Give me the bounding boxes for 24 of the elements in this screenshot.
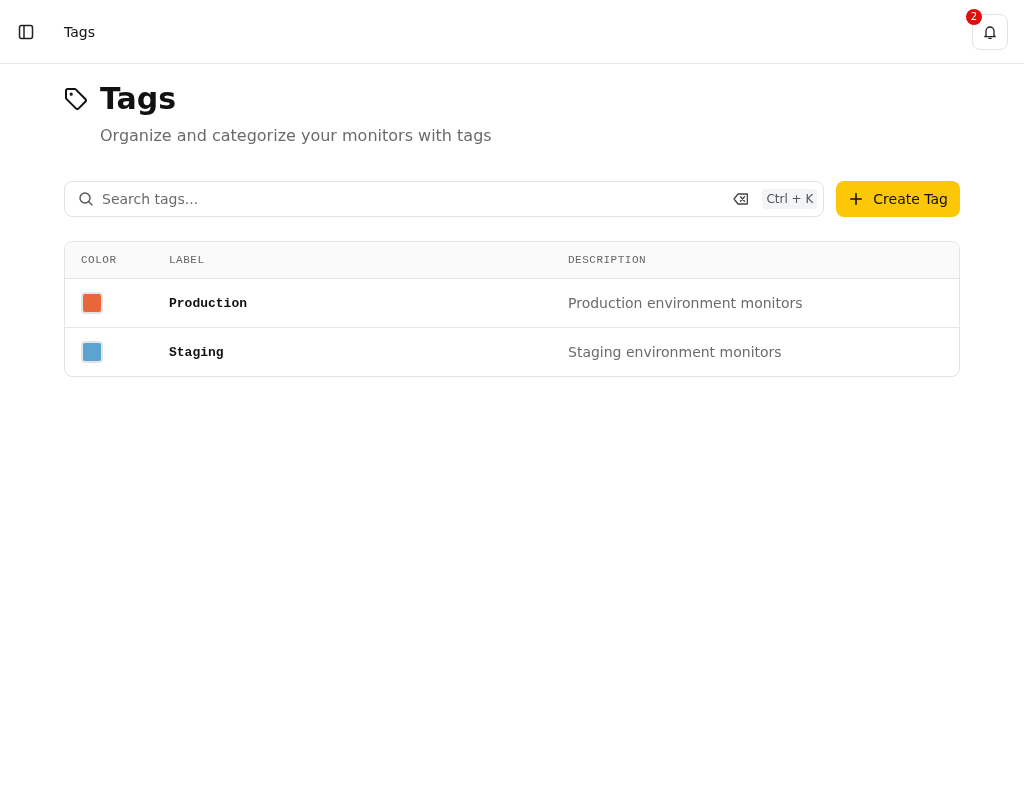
tag-description: Staging environment monitors <box>568 344 782 360</box>
column-header: COLOR <box>80 254 118 266</box>
tag-label: Staging <box>169 344 224 360</box>
page-title: Tags <box>100 81 177 117</box>
tag-icon <box>64 87 88 111</box>
search-input[interactable]: Search tags... <box>102 189 734 209</box>
column-header: LABEL <box>168 254 206 266</box>
search-icon <box>78 191 94 207</box>
table-row[interactable]: Staging Staging environment monitors <box>65 327 959 376</box>
plus-icon <box>850 193 863 205</box>
tag-description: Production environment monitors <box>568 295 803 311</box>
page-subtitle: Organize and categorize your monitors with tags <box>100 125 492 147</box>
table-row[interactable]: Production Production environment monitors <box>65 279 959 327</box>
bell-icon <box>982 23 998 40</box>
sidebar-toggle-icon[interactable] <box>18 23 34 40</box>
column-header: DESCRIPTION <box>567 254 648 266</box>
keyboard-shortcut: Ctrl + K <box>762 189 818 209</box>
backspace-icon[interactable] <box>733 193 750 205</box>
tag-label: Production <box>169 295 247 311</box>
notifications-button[interactable] <box>972 13 1008 50</box>
breadcrumb-title: Tags <box>64 23 95 40</box>
notification-count: 2 <box>966 8 982 25</box>
create-tag-button[interactable]: Create Tag <box>836 181 960 217</box>
search-field[interactable]: Search tags... Ctrl + K <box>64 181 825 217</box>
